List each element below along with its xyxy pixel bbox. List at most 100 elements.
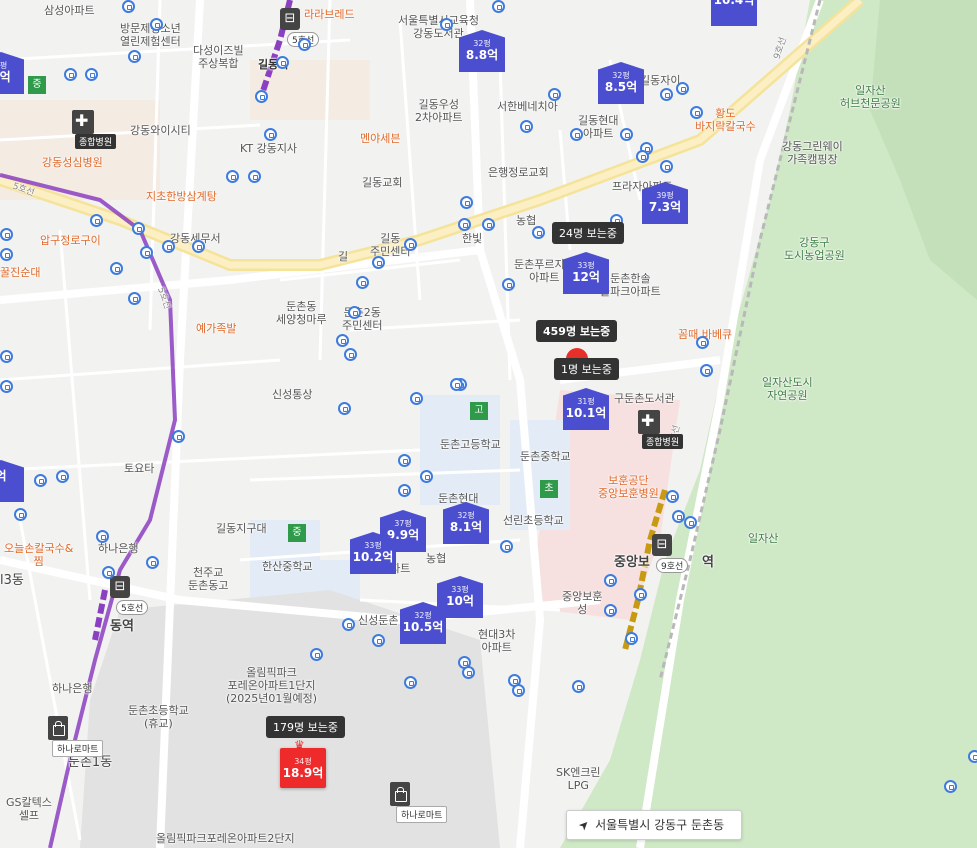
bus-stop-icon[interactable] [0,350,13,363]
bus-stop-icon[interactable] [634,588,647,601]
bus-stop-icon[interactable] [128,292,141,305]
bus-stop-icon[interactable] [696,336,709,349]
bus-stop-icon[interactable] [336,334,349,347]
bus-stop-icon[interactable] [14,508,27,521]
mart-icon[interactable] [390,782,410,806]
bus-stop-icon[interactable] [492,0,505,13]
bus-stop-icon[interactable] [372,634,385,647]
bus-stop-icon[interactable] [404,238,417,251]
bus-stop-icon[interactable] [348,306,361,319]
bus-stop-icon[interactable] [420,470,433,483]
bus-stop-icon[interactable] [122,0,135,13]
bus-stop-icon[interactable] [96,530,109,543]
bus-stop-icon[interactable] [248,170,261,183]
price-marker[interactable]: 33평 12억 [563,252,609,294]
bus-stop-icon[interactable] [690,106,703,119]
subway-station-icon[interactable]: ⊟ [652,534,672,556]
price-marker-highlighted[interactable]: 34평 18.9억 [280,748,326,788]
subway-station-icon[interactable]: ⊟ [110,576,130,598]
bus-stop-icon[interactable] [604,574,617,587]
price-marker[interactable]: 39평 7.3억 [642,182,688,224]
bus-stop-icon[interactable] [276,56,289,69]
bus-stop-icon[interactable] [520,120,533,133]
bus-stop-icon[interactable] [482,218,495,231]
bus-stop-icon[interactable] [128,50,141,63]
current-location-bar[interactable]: ➤ 서울특별시 강동구 둔촌동 [566,810,742,840]
bus-stop-icon[interactable] [338,402,351,415]
bus-stop-icon[interactable] [146,556,159,569]
price-marker[interactable]: 31평 10.1억 [563,388,609,430]
bus-stop-icon[interactable] [570,128,583,141]
mart-icon[interactable] [48,716,68,740]
bus-stop-icon[interactable] [110,262,123,275]
bus-stop-icon[interactable] [450,378,463,391]
bus-stop-icon[interactable] [0,228,13,241]
hospital-icon[interactable] [638,410,660,434]
bus-stop-icon[interactable] [512,684,525,697]
bus-stop-icon[interactable] [404,676,417,689]
bus-stop-icon[interactable] [458,218,471,231]
subway-station-icon[interactable]: ⊟ [280,8,300,30]
bus-stop-icon[interactable] [255,90,268,103]
bus-stop-icon[interactable] [666,490,679,503]
school-flag-icon[interactable]: 초 [540,480,558,498]
bus-stop-icon[interactable] [0,248,13,261]
bus-stop-icon[interactable] [502,278,515,291]
viewer-badge[interactable]: 179명 보는중 [266,716,345,738]
bus-stop-icon[interactable] [676,82,689,95]
bus-stop-icon[interactable] [548,88,561,101]
price-marker[interactable]: 33평 10.2억 [350,532,396,574]
bus-stop-icon[interactable] [968,750,977,763]
bus-stop-icon[interactable] [532,226,545,239]
bus-stop-icon[interactable] [102,566,115,579]
school-flag-icon[interactable]: 중 [28,76,46,94]
price-marker[interactable]: 32평 8.1억 [443,502,489,544]
bus-stop-icon[interactable] [150,18,163,31]
bus-stop-icon[interactable] [660,88,673,101]
bus-stop-icon[interactable] [85,68,98,81]
viewer-badge[interactable]: 24명 보는중 [552,222,624,244]
bus-stop-icon[interactable] [140,246,153,259]
hospital-icon[interactable] [72,110,94,134]
bus-stop-icon[interactable] [162,240,175,253]
viewer-badge[interactable]: 1명 보는중 [554,358,619,380]
bus-stop-icon[interactable] [410,392,423,405]
bus-stop-icon[interactable] [342,618,355,631]
bus-stop-icon[interactable] [440,18,453,31]
bus-stop-icon[interactable] [620,128,633,141]
bus-stop-icon[interactable] [356,276,369,289]
bus-stop-icon[interactable] [90,214,103,227]
bus-stop-icon[interactable] [660,160,673,173]
bus-stop-icon[interactable] [172,430,185,443]
bus-stop-icon[interactable] [500,540,513,553]
bus-stop-icon[interactable] [132,222,145,235]
bus-stop-icon[interactable] [636,150,649,163]
bus-stop-icon[interactable] [226,170,239,183]
bus-stop-icon[interactable] [310,648,323,661]
bus-stop-icon[interactable] [398,454,411,467]
bus-stop-icon[interactable] [344,348,357,361]
bus-stop-icon[interactable] [192,240,205,253]
bus-stop-icon[interactable] [56,470,69,483]
bus-stop-icon[interactable] [298,38,311,51]
bus-stop-icon[interactable] [462,666,475,679]
price-marker[interactable]: 33평 10억 [437,576,483,618]
bus-stop-icon[interactable] [372,256,385,269]
price-marker[interactable]: 32평 8.8억 [459,30,505,72]
price-marker[interactable]: 10.4억 [711,0,757,26]
bus-stop-icon[interactable] [398,484,411,497]
bus-stop-icon[interactable] [64,68,77,81]
bus-stop-icon[interactable] [0,380,13,393]
bus-stop-icon[interactable] [264,128,277,141]
bus-stop-icon[interactable] [460,196,473,209]
bus-stop-icon[interactable] [700,364,713,377]
bus-stop-icon[interactable] [572,680,585,693]
price-marker[interactable]: 32평 8.5억 [598,62,644,104]
school-flag-icon[interactable]: 중 [288,524,306,542]
bus-stop-icon[interactable] [944,780,957,793]
bus-stop-icon[interactable] [625,632,638,645]
viewer-badge[interactable]: 459명 보는중 [536,320,618,342]
school-flag-icon[interactable]: 고 [470,402,488,420]
bus-stop-icon[interactable] [684,516,697,529]
bus-stop-icon[interactable] [604,604,617,617]
